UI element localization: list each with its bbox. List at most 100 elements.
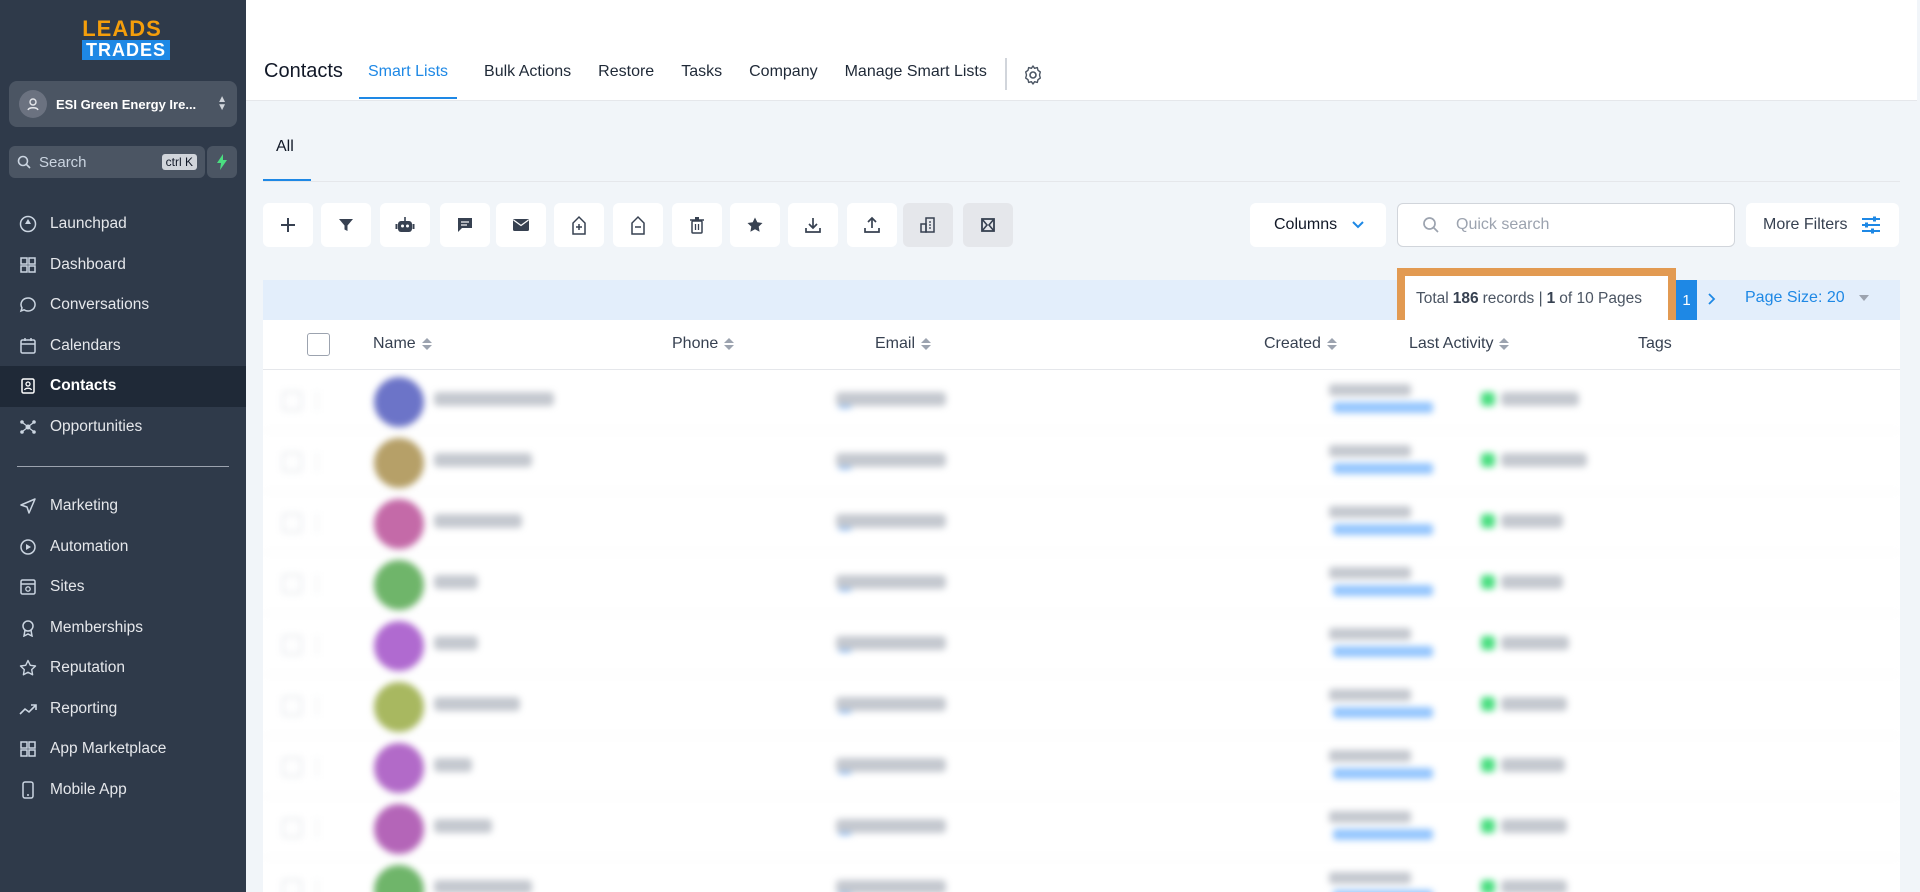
column-header-phone[interactable]: Phone <box>672 335 735 353</box>
tab-manage-smart-lists[interactable]: Manage Smart Lists <box>845 57 987 99</box>
brand-line-2: TRADES <box>82 40 171 60</box>
tab-company[interactable]: Company <box>749 57 817 99</box>
sidebar-item-opportunities[interactable]: Opportunities <box>0 407 246 448</box>
tab-smart-lists[interactable]: Smart Lists <box>359 57 458 99</box>
sidebar-item-reputation[interactable]: Reputation <box>0 648 246 689</box>
tab-all[interactable]: All <box>263 132 311 181</box>
sidebar-item-launchpad[interactable]: Launchpad <box>0 204 246 245</box>
activity-redacted <box>1501 758 1565 772</box>
search-placeholder: Search <box>39 153 87 171</box>
table-row[interactable] <box>263 370 1900 431</box>
avatar <box>374 377 424 427</box>
sidebar-item-memberships[interactable]: Memberships <box>0 608 246 649</box>
sidebar-item-contacts[interactable]: Contacts <box>0 366 246 407</box>
sites-icon <box>17 576 39 598</box>
sidebar-item-dashboard[interactable]: Dashboard <box>0 245 246 286</box>
quick-search-input[interactable]: Quick search <box>1397 203 1735 247</box>
more-filters-button[interactable]: More Filters <box>1746 203 1899 247</box>
of-pages: of 10 Pages <box>1559 290 1643 307</box>
row-checkbox[interactable] <box>282 757 302 777</box>
add-tag-button[interactable] <box>554 203 604 247</box>
table-row[interactable] <box>263 675 1900 736</box>
row-checkbox[interactable] <box>282 391 302 411</box>
delete-button[interactable] <box>672 203 722 247</box>
contact-name-redacted <box>434 880 532 892</box>
activity-redacted <box>1501 636 1569 650</box>
row-divider <box>316 513 330 533</box>
row-checkbox[interactable] <box>282 574 302 594</box>
sidebar-item-label: Calendars <box>50 336 121 354</box>
add-to-workflow-button[interactable] <box>380 203 430 247</box>
brand-logo[interactable]: LEADS TRADES <box>82 18 171 62</box>
table-row[interactable] <box>263 736 1900 797</box>
table-row[interactable] <box>263 614 1900 675</box>
merge-button[interactable] <box>963 203 1013 247</box>
sidebar-item-mobile-app[interactable]: Mobile App <box>0 770 246 811</box>
sidebar-item-calendars[interactable]: Calendars <box>0 326 246 367</box>
row-checkbox[interactable] <box>282 879 302 892</box>
row-divider <box>316 391 330 411</box>
launchpad-icon <box>17 213 39 235</box>
activity-icon <box>1481 819 1495 833</box>
sidebar-item-automation[interactable]: Automation <box>0 527 246 568</box>
page-button-1[interactable]: 1 <box>1676 280 1697 320</box>
tab-restore[interactable]: Restore <box>598 57 654 99</box>
quick-action-button[interactable] <box>207 146 237 178</box>
row-checkbox[interactable] <box>282 513 302 533</box>
send-sms-button[interactable] <box>440 203 490 247</box>
send-email-button[interactable] <box>496 203 546 247</box>
activity-icon <box>1481 392 1495 406</box>
sidebar-item-sites[interactable]: Sites <box>0 567 246 608</box>
add-contact-button[interactable] <box>263 203 313 247</box>
table-row[interactable] <box>263 553 1900 614</box>
contact-name-redacted <box>434 575 478 589</box>
tab-bulk-actions[interactable]: Bulk Actions <box>484 57 571 99</box>
table-row[interactable] <box>263 492 1900 553</box>
tab-tasks[interactable]: Tasks <box>681 57 722 99</box>
table-row[interactable] <box>263 431 1900 492</box>
created-redacted <box>1329 872 1411 884</box>
remove-tag-button[interactable] <box>613 203 663 247</box>
avatar <box>374 743 424 793</box>
sidebar-item-conversations[interactable]: Conversations <box>0 285 246 326</box>
page-size-select[interactable]: Page Size: 20 <box>1745 289 1869 307</box>
building-icon <box>920 217 935 233</box>
more-filters-label: More Filters <box>1763 216 1848 233</box>
column-header-email[interactable]: Email <box>875 335 932 353</box>
company-view-button[interactable] <box>903 203 953 247</box>
row-checkbox[interactable] <box>282 452 302 472</box>
columns-dropdown[interactable]: Columns <box>1250 203 1386 247</box>
page-size-label: Page Size: 20 <box>1745 289 1845 306</box>
account-switcher[interactable]: ESI Green Energy Ire... ▲ ▼ <box>9 81 237 127</box>
phone-redacted <box>836 636 946 650</box>
sidebar-item-app-marketplace[interactable]: App Marketplace <box>0 729 246 770</box>
opportunities-icon <box>17 416 39 438</box>
sidebar-search[interactable]: Search ctrl K <box>9 146 205 178</box>
settings-button[interactable] <box>1022 64 1044 91</box>
search-icon <box>17 155 31 169</box>
row-checkbox[interactable] <box>282 635 302 655</box>
row-checkbox[interactable] <box>282 696 302 716</box>
import-button[interactable] <box>788 203 838 247</box>
tag-add-icon <box>572 215 586 235</box>
sidebar-item-reporting[interactable]: Reporting <box>0 689 246 730</box>
row-checkbox[interactable] <box>282 818 302 838</box>
sidebar-nav: Launchpad Dashboard Conversations Calend… <box>0 204 246 810</box>
select-all-checkbox[interactable] <box>307 333 330 356</box>
column-header-created[interactable]: Created <box>1264 335 1337 353</box>
table-row[interactable] <box>263 858 1900 892</box>
column-header-last-activity[interactable]: Last Activity <box>1409 335 1510 353</box>
activity-icon <box>1481 514 1495 528</box>
phone-redacted <box>836 575 946 589</box>
chevron-right-icon <box>1708 293 1716 305</box>
next-page-button[interactable] <box>1706 288 1718 315</box>
filter-button[interactable] <box>321 203 371 247</box>
sidebar-item-label: App Marketplace <box>50 740 167 758</box>
column-header-name[interactable]: Name <box>373 335 432 353</box>
sidebar-item-marketing[interactable]: Marketing <box>0 486 246 527</box>
sliders-icon <box>1862 216 1881 234</box>
phone-redacted <box>836 758 946 772</box>
review-request-button[interactable] <box>730 203 780 247</box>
export-button[interactable] <box>847 203 897 247</box>
table-row[interactable] <box>263 797 1900 858</box>
